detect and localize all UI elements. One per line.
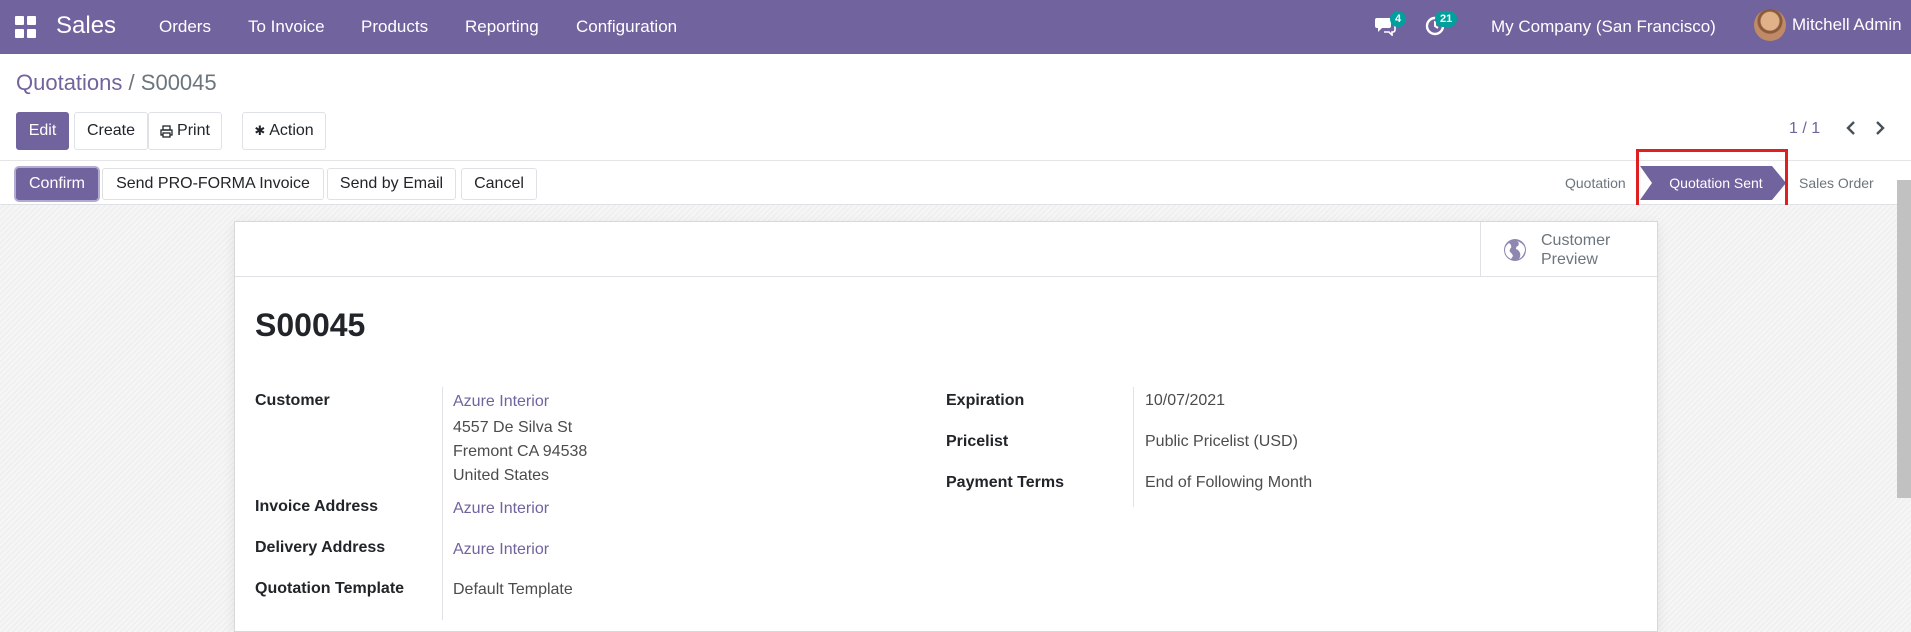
customer-address-line3: United States: [453, 467, 550, 484]
action-label: Action: [269, 122, 314, 139]
expiration-value: 10/07/2021: [1145, 392, 1226, 409]
print-button[interactable]: Print: [148, 112, 222, 150]
pager-value[interactable]: 1 / 1: [1789, 120, 1820, 138]
breadcrumb-current: S00045: [140, 70, 217, 95]
stage-quotation[interactable]: Quotation: [1565, 175, 1626, 191]
gear-icon: ✱: [254, 123, 266, 138]
menu-orders[interactable]: Orders: [159, 17, 211, 37]
customer-preview-line2: Preview: [1541, 251, 1598, 268]
print-icon: [160, 124, 173, 138]
globe-icon: [1504, 239, 1526, 261]
activity-count-badge: 21: [1435, 11, 1458, 27]
menu-products[interactable]: Products: [361, 17, 428, 37]
pager-next-icon[interactable]: [1873, 120, 1887, 136]
pager-previous-icon[interactable]: [1844, 120, 1858, 136]
form-sheet: Customer Preview S00045 Customer Azure I…: [234, 221, 1658, 632]
customer-label: Customer: [255, 392, 330, 409]
action-button[interactable]: ✱ Action: [242, 112, 326, 150]
send-by-email-button[interactable]: Send by Email: [327, 168, 456, 200]
breadcrumb-quotations-link[interactable]: Quotations: [16, 70, 122, 95]
left-group-divider: [442, 387, 443, 620]
top-navbar: Sales Orders To Invoice Products Reporti…: [0, 0, 1911, 54]
quotation-template-value: Default Template: [453, 581, 573, 598]
vertical-scrollbar[interactable]: [1897, 180, 1911, 498]
record-title: S00045: [255, 307, 366, 343]
delivery-address-label: Delivery Address: [255, 539, 386, 556]
status-bar: Confirm Send PRO-FORMA Invoice Send by E…: [0, 160, 1911, 205]
expiration-label: Expiration: [946, 392, 1025, 409]
cancel-button[interactable]: Cancel: [461, 168, 537, 200]
pricelist-value: Public Pricelist (USD): [1145, 433, 1298, 450]
menu-to-invoice[interactable]: To Invoice: [248, 17, 325, 37]
apps-menu-icon[interactable]: [15, 16, 37, 38]
chat-count-badge: 4: [1390, 11, 1407, 27]
invoice-address-link[interactable]: Azure Interior: [453, 500, 549, 518]
user-menu[interactable]: Mitchell Admin: [1792, 15, 1902, 35]
smart-button-box: Customer Preview: [235, 222, 1657, 277]
app-name[interactable]: Sales: [56, 12, 116, 40]
delivery-address-link[interactable]: Azure Interior: [453, 541, 549, 559]
breadcrumb: Quotations / S00045: [16, 70, 217, 96]
edit-button[interactable]: Edit: [16, 112, 69, 150]
quotation-template-label: Quotation Template: [255, 580, 405, 597]
right-group-divider: [1133, 387, 1134, 507]
payment-terms-value: End of Following Month: [1145, 474, 1313, 491]
confirm-button[interactable]: Confirm: [16, 168, 98, 200]
customer-address-line2: Fremont CA 94538: [453, 443, 588, 460]
breadcrumb-separator: /: [128, 70, 135, 95]
customer-link[interactable]: Azure Interior: [453, 393, 549, 411]
print-label: Print: [177, 122, 210, 139]
customer-preview-label: Customer Preview: [1541, 231, 1651, 269]
menu-reporting[interactable]: Reporting: [465, 17, 539, 37]
create-button[interactable]: Create: [74, 112, 148, 150]
user-avatar[interactable]: [1754, 9, 1786, 41]
customer-address-line1: 4557 De Silva St: [453, 419, 573, 436]
customer-preview-button[interactable]: Customer Preview: [1480, 222, 1657, 277]
stage-sales-order[interactable]: Sales Order: [1799, 175, 1874, 191]
invoice-address-label: Invoice Address: [255, 498, 379, 515]
payment-terms-label: Payment Terms: [946, 474, 1064, 491]
menu-configuration[interactable]: Configuration: [576, 17, 677, 37]
company-switcher[interactable]: My Company (San Francisco): [1491, 17, 1716, 37]
pricelist-label: Pricelist: [946, 433, 1009, 450]
customer-preview-line1: Customer: [1541, 232, 1611, 249]
send-proforma-button[interactable]: Send PRO-FORMA Invoice: [102, 168, 324, 200]
